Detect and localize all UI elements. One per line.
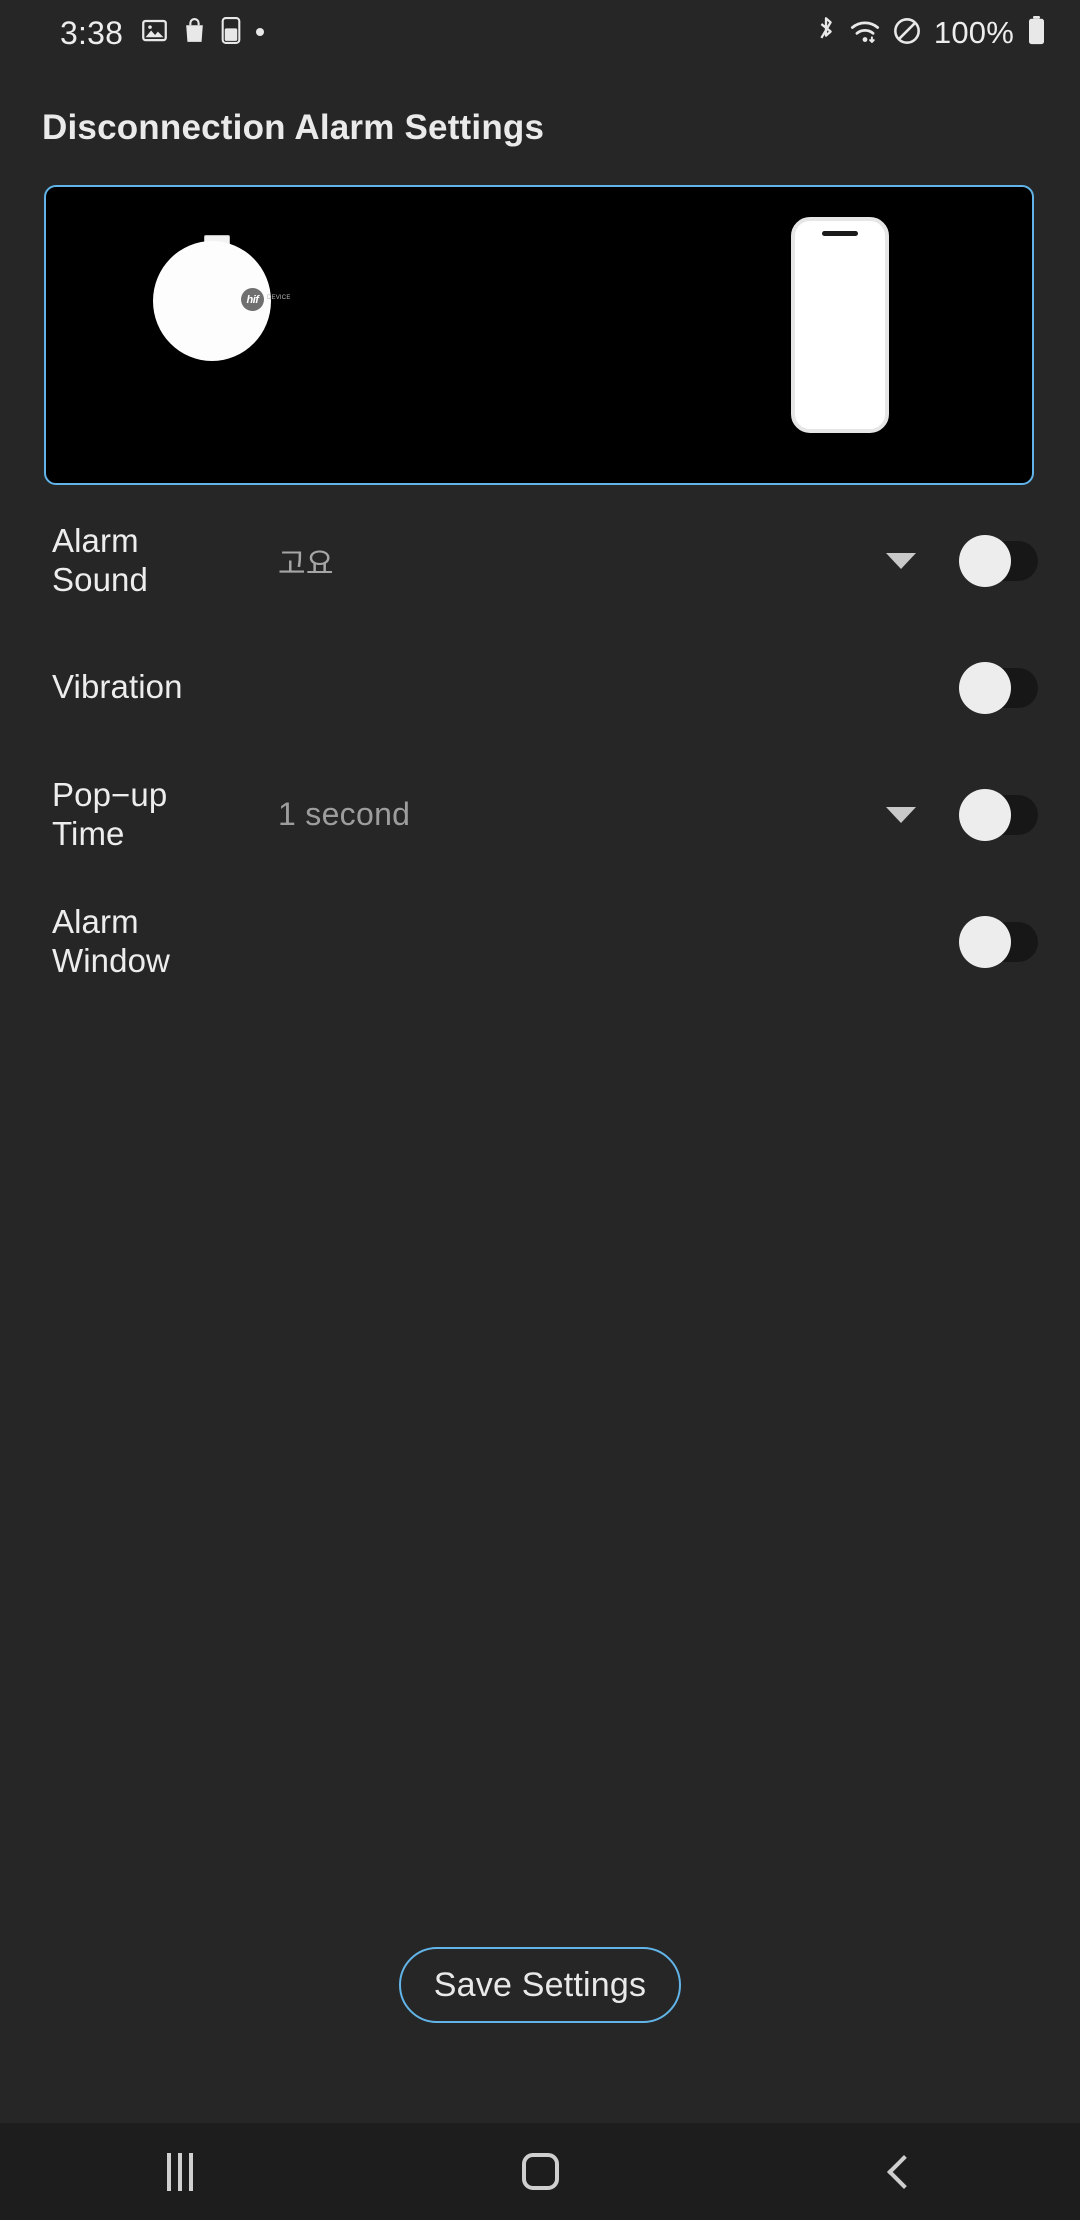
setting-label-line-1: Alarm Window: [52, 903, 170, 979]
settings-list: Alarm Sound 고요 Vibration Pop−up Time 1 s…: [0, 497, 1080, 1005]
setting-label-line-1: Pop−up: [52, 776, 168, 814]
phone-earpiece-icon: [822, 231, 858, 236]
setting-label-line-2: Sound: [52, 560, 148, 598]
setting-label-line-1: Vibration: [52, 668, 183, 706]
page-title: Disconnection Alarm Settings: [42, 108, 545, 147]
setting-label-line-2: Time: [52, 814, 125, 852]
setting-row-alarm-window: Alarm Window: [52, 878, 1038, 1005]
alarm-sound-toggle[interactable]: [959, 534, 1038, 587]
setting-row-popup-time: Pop−up Time 1 second: [52, 751, 1038, 878]
device-illustration-panel: hif DEVICE: [44, 185, 1034, 485]
toggle-knob: [959, 915, 1011, 968]
battery-percent: 100%: [933, 15, 1014, 50]
recents-icon: [167, 2152, 193, 2191]
alarm-sound-value: 고요: [278, 547, 334, 581]
setting-label-alarm-window: Alarm Window: [52, 903, 262, 980]
chevron-down-icon[interactable]: [886, 806, 916, 823]
nav-recents-button[interactable]: [105, 2123, 255, 2220]
toggle-knob: [959, 788, 1011, 841]
popup-time-toggle[interactable]: [959, 788, 1038, 841]
popup-time-dropdown[interactable]: 1 second: [262, 796, 960, 833]
status-bar: 3:38 100%: [0, 0, 1080, 66]
tracker-brand-caption: DEVICE: [267, 295, 291, 301]
back-icon: [887, 2154, 921, 2189]
setting-row-alarm-sound: Alarm Sound 고요: [52, 497, 1038, 624]
setting-row-vibration: Vibration: [52, 624, 1038, 751]
bluetooth-icon: [815, 16, 837, 51]
status-time: 3:38: [60, 14, 124, 51]
setting-label-vibration: Vibration: [52, 668, 262, 706]
battery-icon: [1027, 15, 1046, 51]
battery-app-icon: [221, 17, 241, 49]
status-bar-left: 3:38: [60, 15, 265, 52]
chevron-down-icon[interactable]: [886, 552, 916, 569]
alarm-sound-dropdown[interactable]: 고요: [262, 539, 960, 583]
save-button-area: Save Settings: [0, 1005, 1080, 2123]
app-root: 3:38 100% Disconnection Alarm Settings h…: [0, 0, 1080, 2220]
shopping-bag-icon: [182, 17, 207, 49]
toggle-knob: [959, 534, 1011, 587]
nav-home-button[interactable]: [465, 2123, 615, 2220]
setting-label-alarm-sound: Alarm Sound: [52, 522, 262, 599]
tracker-brand-logo-icon: hif: [241, 288, 264, 311]
do-not-disturb-icon: [893, 17, 921, 50]
popup-time-value: 1 second: [278, 796, 411, 832]
phone-graphic: [791, 217, 889, 433]
dot-icon: [255, 24, 265, 42]
vibration-toggle[interactable]: [959, 661, 1038, 714]
home-icon: [521, 2153, 559, 2190]
status-bar-right: 100%: [815, 15, 1046, 51]
save-settings-button[interactable]: Save Settings: [399, 1947, 681, 2023]
setting-label-line-1: Alarm: [52, 522, 139, 560]
image-icon: [141, 17, 168, 49]
wifi-icon: [850, 17, 880, 50]
toggle-knob: [959, 661, 1011, 714]
android-nav-bar: [0, 2123, 1080, 2220]
tracker-device-graphic: hif DEVICE: [153, 229, 290, 361]
setting-label-popup-time: Pop−up Time: [52, 776, 262, 853]
nav-back-button[interactable]: [825, 2123, 975, 2220]
alarm-window-toggle[interactable]: [959, 915, 1038, 968]
